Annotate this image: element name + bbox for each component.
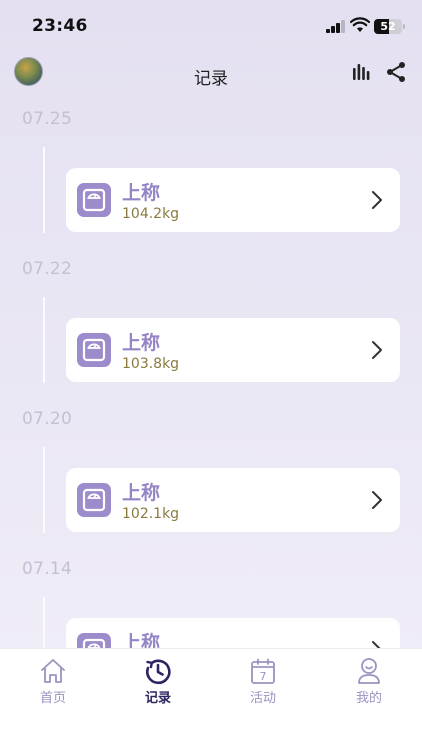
record-card[interactable]: 上称 xyxy=(66,618,400,648)
profile-icon xyxy=(358,658,380,684)
status-time: 23:46 xyxy=(32,16,88,36)
tab-label: 我的 xyxy=(355,691,382,706)
chevron-right-icon xyxy=(372,341,382,359)
status-bar: 23:46 52 xyxy=(0,0,422,52)
records-list[interactable]: 07.25 上称 104.2kg 07.22 上称 103.8kg 07.20 … xyxy=(0,100,422,648)
record-date: 07.22 xyxy=(22,259,73,279)
timeline-line xyxy=(43,297,45,383)
record-weight: 104.2kg xyxy=(122,206,180,222)
tab-home[interactable]: 首页 xyxy=(13,649,93,709)
timeline-line xyxy=(43,447,45,533)
tab-profile[interactable]: 我的 xyxy=(329,649,409,709)
share-icon[interactable] xyxy=(385,61,407,83)
record-date: 07.14 xyxy=(22,559,73,579)
tab-records[interactable]: 记录 xyxy=(118,649,198,709)
wifi-icon xyxy=(350,17,370,32)
record-title: 上称 xyxy=(122,332,161,354)
battery-tip xyxy=(403,24,405,29)
home-icon xyxy=(41,659,65,683)
nav-bar: 记录 xyxy=(0,52,422,96)
calendar-day-text: 7 xyxy=(260,670,267,683)
record-card[interactable]: 上称 102.1kg xyxy=(66,468,400,532)
chevron-right-icon xyxy=(372,641,381,648)
chevron-right-icon xyxy=(372,191,382,209)
record-date: 07.20 xyxy=(22,409,73,429)
timeline-line xyxy=(43,597,45,648)
battery-level: 52 xyxy=(380,20,396,33)
record-date: 07.25 xyxy=(22,109,73,129)
scale-icon xyxy=(77,483,111,517)
tab-label: 首页 xyxy=(39,691,66,706)
records-icon xyxy=(146,659,171,685)
calendar-icon: 7 xyxy=(251,658,275,684)
bar-chart-icon[interactable] xyxy=(351,63,371,81)
scale-icon xyxy=(77,633,111,648)
tab-label: 记录 xyxy=(144,691,171,706)
timeline-line xyxy=(43,147,45,233)
scale-icon xyxy=(77,183,111,217)
record-title: 上称 xyxy=(122,632,161,648)
chevron-right-icon xyxy=(372,491,382,509)
record-weight: 103.8kg xyxy=(122,356,180,372)
battery-icon: 52 xyxy=(374,19,402,34)
cellular-signal-icon xyxy=(326,20,346,33)
scale-icon xyxy=(77,333,111,367)
tab-activity[interactable]: 7 活动 xyxy=(223,649,303,709)
record-card[interactable]: 上称 103.8kg xyxy=(66,318,400,382)
record-title: 上称 xyxy=(122,182,161,204)
record-weight: 102.1kg xyxy=(122,506,180,522)
tab-label: 活动 xyxy=(249,691,276,706)
tab-bar: 首页 记录 7 活动 我的 xyxy=(0,648,422,750)
record-card[interactable]: 上称 104.2kg xyxy=(66,168,400,232)
record-title: 上称 xyxy=(122,482,161,504)
